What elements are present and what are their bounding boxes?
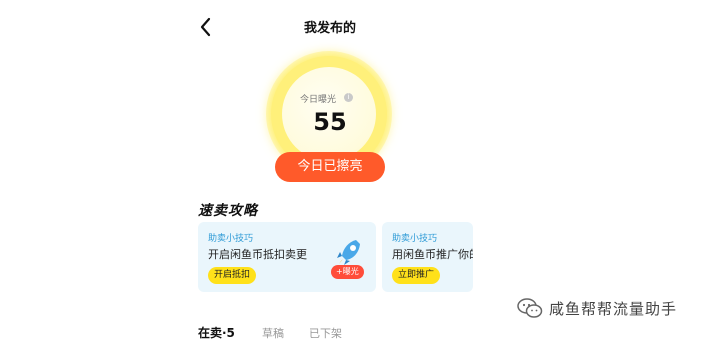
wechat-icon bbox=[517, 298, 543, 318]
enable-deduction-button[interactable]: 开启抵扣 bbox=[208, 267, 257, 284]
tip-card[interactable]: 助卖小技巧 用闲鱼币推广你的 立即推广 bbox=[382, 222, 473, 292]
exposure-value: 55 bbox=[313, 108, 347, 136]
tip-card-description: 用闲鱼币推广你的 bbox=[392, 248, 473, 261]
tip-card-tag: 助卖小技巧 bbox=[392, 234, 438, 244]
watermark-text: 咸鱼帮帮流量助手 bbox=[549, 300, 678, 318]
tip-card-description: 开启闲鱼币抵扣卖更 bbox=[208, 248, 307, 261]
polish-button[interactable]: 今日已擦亮 bbox=[275, 152, 385, 182]
tab-removed[interactable]: 已下架 bbox=[309, 325, 342, 339]
tab-on-sale[interactable]: 在卖·5 bbox=[198, 324, 235, 339]
tab-drafts[interactable]: 草稿 bbox=[262, 325, 284, 339]
section-title: 速卖攻略 bbox=[198, 203, 258, 219]
exposure-label: 今日曝光 bbox=[300, 95, 337, 105]
chevron-left-icon bbox=[200, 17, 211, 37]
tip-card-tag: 助卖小技巧 bbox=[208, 234, 254, 244]
promote-now-button[interactable]: 立即推广 bbox=[392, 267, 441, 284]
info-icon[interactable]: i bbox=[344, 93, 353, 102]
exposure-badge: +曝光 bbox=[331, 265, 364, 279]
rocket-icon bbox=[337, 240, 360, 265]
page-title: 我发布的 bbox=[303, 21, 356, 36]
back-button[interactable] bbox=[197, 16, 217, 38]
